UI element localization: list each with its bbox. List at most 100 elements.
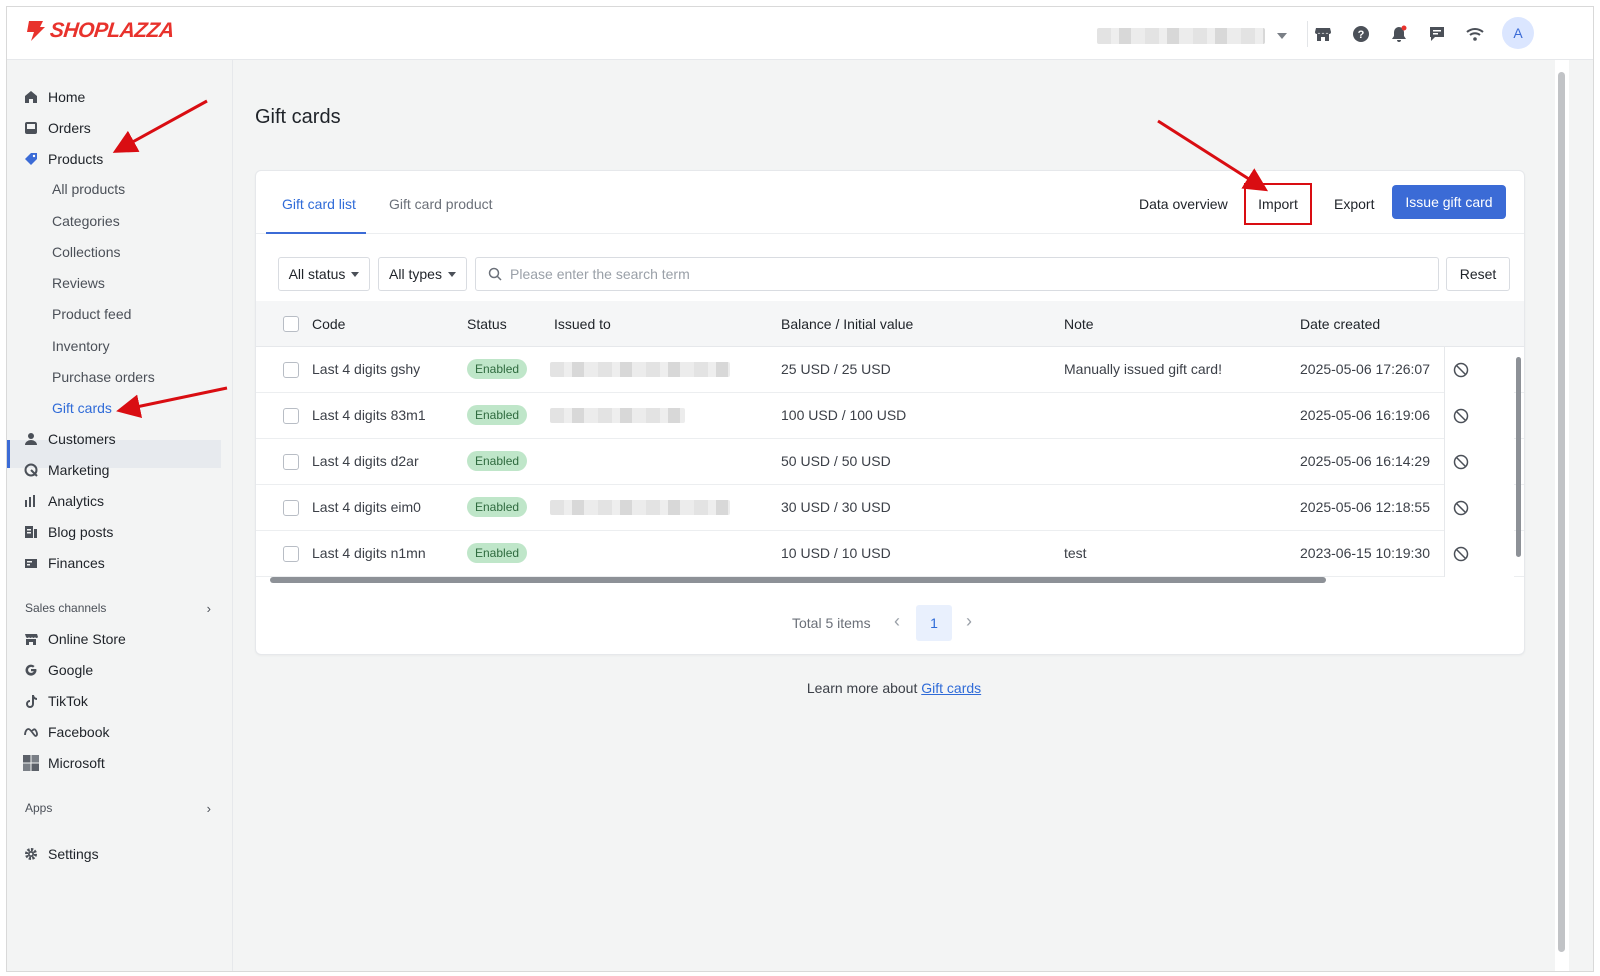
sidebar-sub-all-products[interactable]: All products bbox=[52, 179, 125, 199]
column-header-date-created[interactable]: Date created bbox=[1300, 316, 1380, 332]
row-checkbox[interactable] bbox=[283, 408, 299, 424]
svg-text:?: ? bbox=[1358, 29, 1365, 41]
sidebar-sub-inventory[interactable]: Inventory bbox=[52, 336, 110, 356]
apps-section[interactable]: Apps › bbox=[25, 801, 211, 816]
next-page-icon[interactable]: › bbox=[966, 611, 972, 632]
sidebar-item-analytics[interactable]: Analytics bbox=[7, 488, 221, 514]
bell-icon[interactable] bbox=[1389, 24, 1409, 44]
divider bbox=[1307, 21, 1308, 47]
sidebar-item-finances[interactable]: Finances bbox=[7, 550, 221, 576]
row-balance: 30 USD / 30 USD bbox=[781, 499, 891, 515]
apps-label: Apps bbox=[25, 801, 53, 815]
row-actions bbox=[1444, 485, 1514, 531]
sidebar-sub-categories[interactable]: Categories bbox=[52, 211, 120, 231]
store-selector[interactable] bbox=[1097, 27, 1292, 45]
wifi-icon[interactable] bbox=[1465, 24, 1485, 44]
prev-page-icon[interactable]: ‹ bbox=[894, 611, 900, 632]
table-vertical-scrollbar[interactable] bbox=[1515, 347, 1522, 575]
table-row[interactable]: Last 4 digits 83m1 Enabled 100 USD / 100… bbox=[256, 393, 1524, 439]
row-checkbox[interactable] bbox=[283, 454, 299, 470]
disable-icon[interactable] bbox=[1453, 362, 1469, 378]
help-icon[interactable]: ? bbox=[1351, 24, 1371, 44]
status-badge: Enabled bbox=[467, 497, 528, 517]
tab-bar: Gift card list Gift card product Data ov… bbox=[256, 171, 1524, 234]
column-header-note[interactable]: Note bbox=[1064, 316, 1094, 332]
row-balance: 50 USD / 50 USD bbox=[781, 453, 891, 469]
scrollbar-thumb[interactable] bbox=[270, 577, 1326, 583]
sidebar-sub-reviews[interactable]: Reviews bbox=[52, 273, 105, 293]
reset-button[interactable]: Reset bbox=[1446, 257, 1510, 291]
table-row[interactable]: Last 4 digits d2ar Enabled 50 USD / 50 U… bbox=[256, 439, 1524, 485]
disable-icon[interactable] bbox=[1453, 454, 1469, 470]
row-actions bbox=[1444, 531, 1514, 577]
total-items: Total 5 items bbox=[792, 615, 871, 631]
column-header-issued-to[interactable]: Issued to bbox=[554, 316, 611, 332]
sidebar-item-settings[interactable]: Settings bbox=[7, 841, 221, 867]
sidebar-item-tiktok[interactable]: TikTok bbox=[7, 688, 221, 714]
data-overview-button[interactable]: Data overview bbox=[1139, 196, 1228, 212]
scrollbar-thumb[interactable] bbox=[1516, 357, 1521, 557]
column-header-status[interactable]: Status bbox=[467, 316, 507, 332]
row-balance: 25 USD / 25 USD bbox=[781, 361, 891, 377]
page-number-current[interactable]: 1 bbox=[916, 605, 952, 641]
status-badge: Enabled bbox=[467, 543, 528, 563]
sidebar-item-label: Blog posts bbox=[48, 524, 114, 540]
status-filter[interactable]: All status bbox=[278, 257, 370, 291]
table-row[interactable]: Last 4 digits gshy Enabled 25 USD / 25 U… bbox=[256, 347, 1524, 393]
row-checkbox[interactable] bbox=[283, 546, 299, 562]
logo[interactable]: SHOPLAZZA bbox=[25, 19, 175, 43]
column-header-balance[interactable]: Balance / Initial value bbox=[781, 316, 913, 332]
sidebar-item-products[interactable]: Products bbox=[7, 146, 221, 172]
type-filter[interactable]: All types bbox=[378, 257, 467, 291]
caret-down-icon bbox=[447, 271, 456, 277]
table-row[interactable]: Last 4 digits eim0 Enabled 30 USD / 30 U… bbox=[256, 485, 1524, 531]
sidebar-item-label: Settings bbox=[48, 846, 99, 862]
disable-icon[interactable] bbox=[1453, 500, 1469, 516]
sidebar-sub-purchase-orders[interactable]: Purchase orders bbox=[52, 367, 155, 387]
row-checkbox[interactable] bbox=[283, 362, 299, 378]
row-checkbox[interactable] bbox=[283, 500, 299, 516]
issue-gift-card-button[interactable]: Issue gift card bbox=[1392, 185, 1506, 219]
tab-gift-card-list[interactable]: Gift card list bbox=[282, 196, 356, 212]
gift-card-table: Code Status Issued to Balance / Initial … bbox=[256, 301, 1524, 591]
tab-gift-card-product[interactable]: Gift card product bbox=[389, 196, 493, 212]
sidebar-item-online-store[interactable]: Online Store bbox=[7, 626, 221, 652]
avatar[interactable]: A bbox=[1502, 17, 1534, 49]
page-scrollbar[interactable] bbox=[1555, 60, 1569, 971]
table-row[interactable]: Last 4 digits n1mn Enabled 10 USD / 10 U… bbox=[256, 531, 1524, 577]
column-header-code[interactable]: Code bbox=[312, 316, 345, 332]
sidebar-item-blog-posts[interactable]: Blog posts bbox=[7, 519, 221, 545]
pagination: Total 5 items ‹ 1 › bbox=[256, 603, 1524, 641]
sales-channels-section[interactable]: Sales channels › bbox=[25, 601, 211, 616]
status-badge: Enabled bbox=[467, 451, 528, 471]
sidebar-sub-gift-cards[interactable]: Gift cards bbox=[52, 398, 112, 418]
sidebar-item-microsoft[interactable]: Microsoft bbox=[7, 750, 221, 776]
import-button[interactable]: Import bbox=[1244, 183, 1312, 225]
sidebar-item-google[interactable]: Google bbox=[7, 657, 221, 683]
sidebar-item-facebook[interactable]: Facebook bbox=[7, 719, 221, 745]
gift-card-panel: Gift card list Gift card product Data ov… bbox=[255, 170, 1525, 655]
chevron-down-icon bbox=[1277, 33, 1287, 39]
sidebar-item-orders[interactable]: Orders bbox=[7, 115, 221, 141]
disable-icon[interactable] bbox=[1453, 408, 1469, 424]
sidebar-item-label: TikTok bbox=[48, 693, 88, 709]
sidebar-item-home[interactable]: Home bbox=[7, 84, 221, 110]
chat-icon[interactable] bbox=[1427, 24, 1447, 44]
gift-cards-help-link[interactable]: Gift cards bbox=[921, 680, 981, 696]
disable-icon[interactable] bbox=[1453, 546, 1469, 562]
search-input[interactable] bbox=[510, 266, 1410, 282]
export-button[interactable]: Export bbox=[1334, 196, 1374, 212]
sidebar-sub-product-feed[interactable]: Product feed bbox=[52, 304, 131, 324]
sidebar-item-marketing[interactable]: Marketing bbox=[7, 457, 221, 483]
sidebar-sub-collections[interactable]: Collections bbox=[52, 242, 120, 262]
table-horizontal-scrollbar[interactable] bbox=[266, 575, 1506, 585]
tiktok-icon bbox=[23, 693, 39, 709]
search-icon bbox=[488, 267, 502, 281]
sidebar-item-customers[interactable]: Customers bbox=[7, 426, 221, 452]
select-all-checkbox[interactable] bbox=[283, 316, 299, 332]
search-box[interactable] bbox=[475, 257, 1439, 291]
row-code: Last 4 digits eim0 bbox=[312, 499, 421, 515]
store-icon[interactable] bbox=[1313, 24, 1333, 44]
scrollbar-thumb[interactable] bbox=[1558, 72, 1565, 952]
store-icon bbox=[23, 631, 39, 647]
